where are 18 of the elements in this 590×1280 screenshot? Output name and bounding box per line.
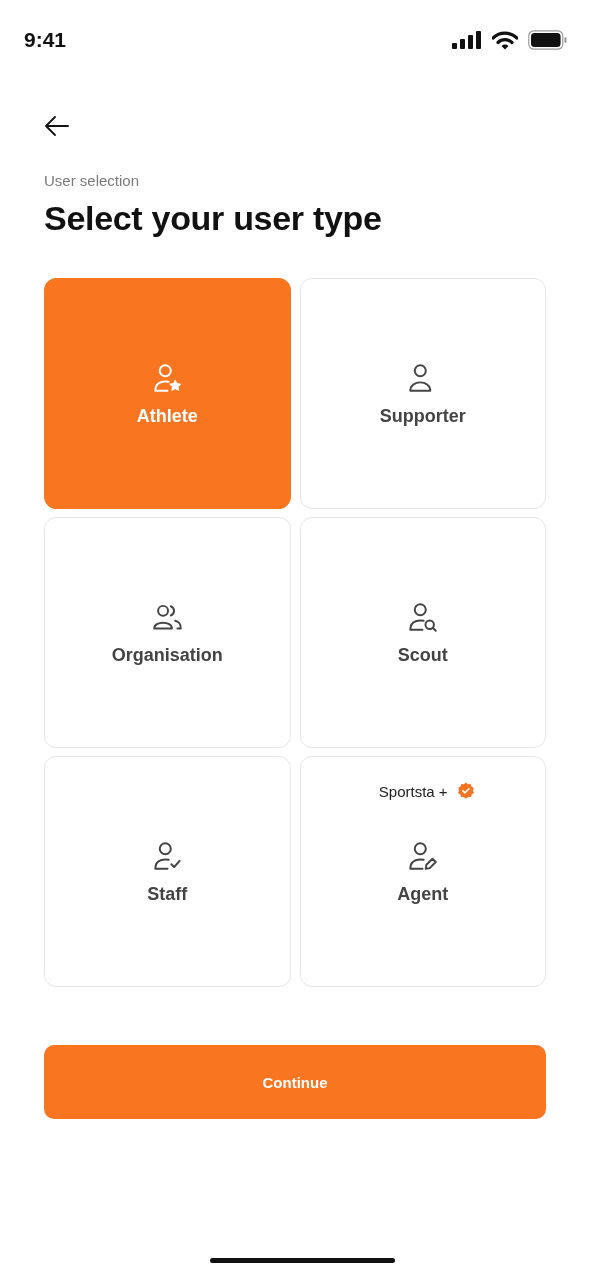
plan-label: Sportsta + [378,782,448,800]
section-label: User selection [44,172,141,190]
user-type-option[interactable]: Staff [44,756,291,987]
page-title: Select your user type [44,198,383,238]
verified-badge-icon [456,782,475,800]
back-button[interactable] [44,116,70,136]
signal-icon [452,31,482,49]
user-search-icon [407,601,439,633]
user-star-icon [151,362,183,394]
user-pen-icon [407,840,439,872]
wifi-icon [492,30,518,50]
user-type-option[interactable]: Organisation [44,517,291,748]
user-type-option[interactable]: Scout [299,517,546,748]
status-time: 9:41 [24,28,67,52]
user-type-option[interactable]: Supporter [299,278,546,509]
user-check-icon [151,840,183,872]
user-type-option[interactable]: Sportsta + Agent [299,756,546,987]
battery-icon [528,30,568,50]
